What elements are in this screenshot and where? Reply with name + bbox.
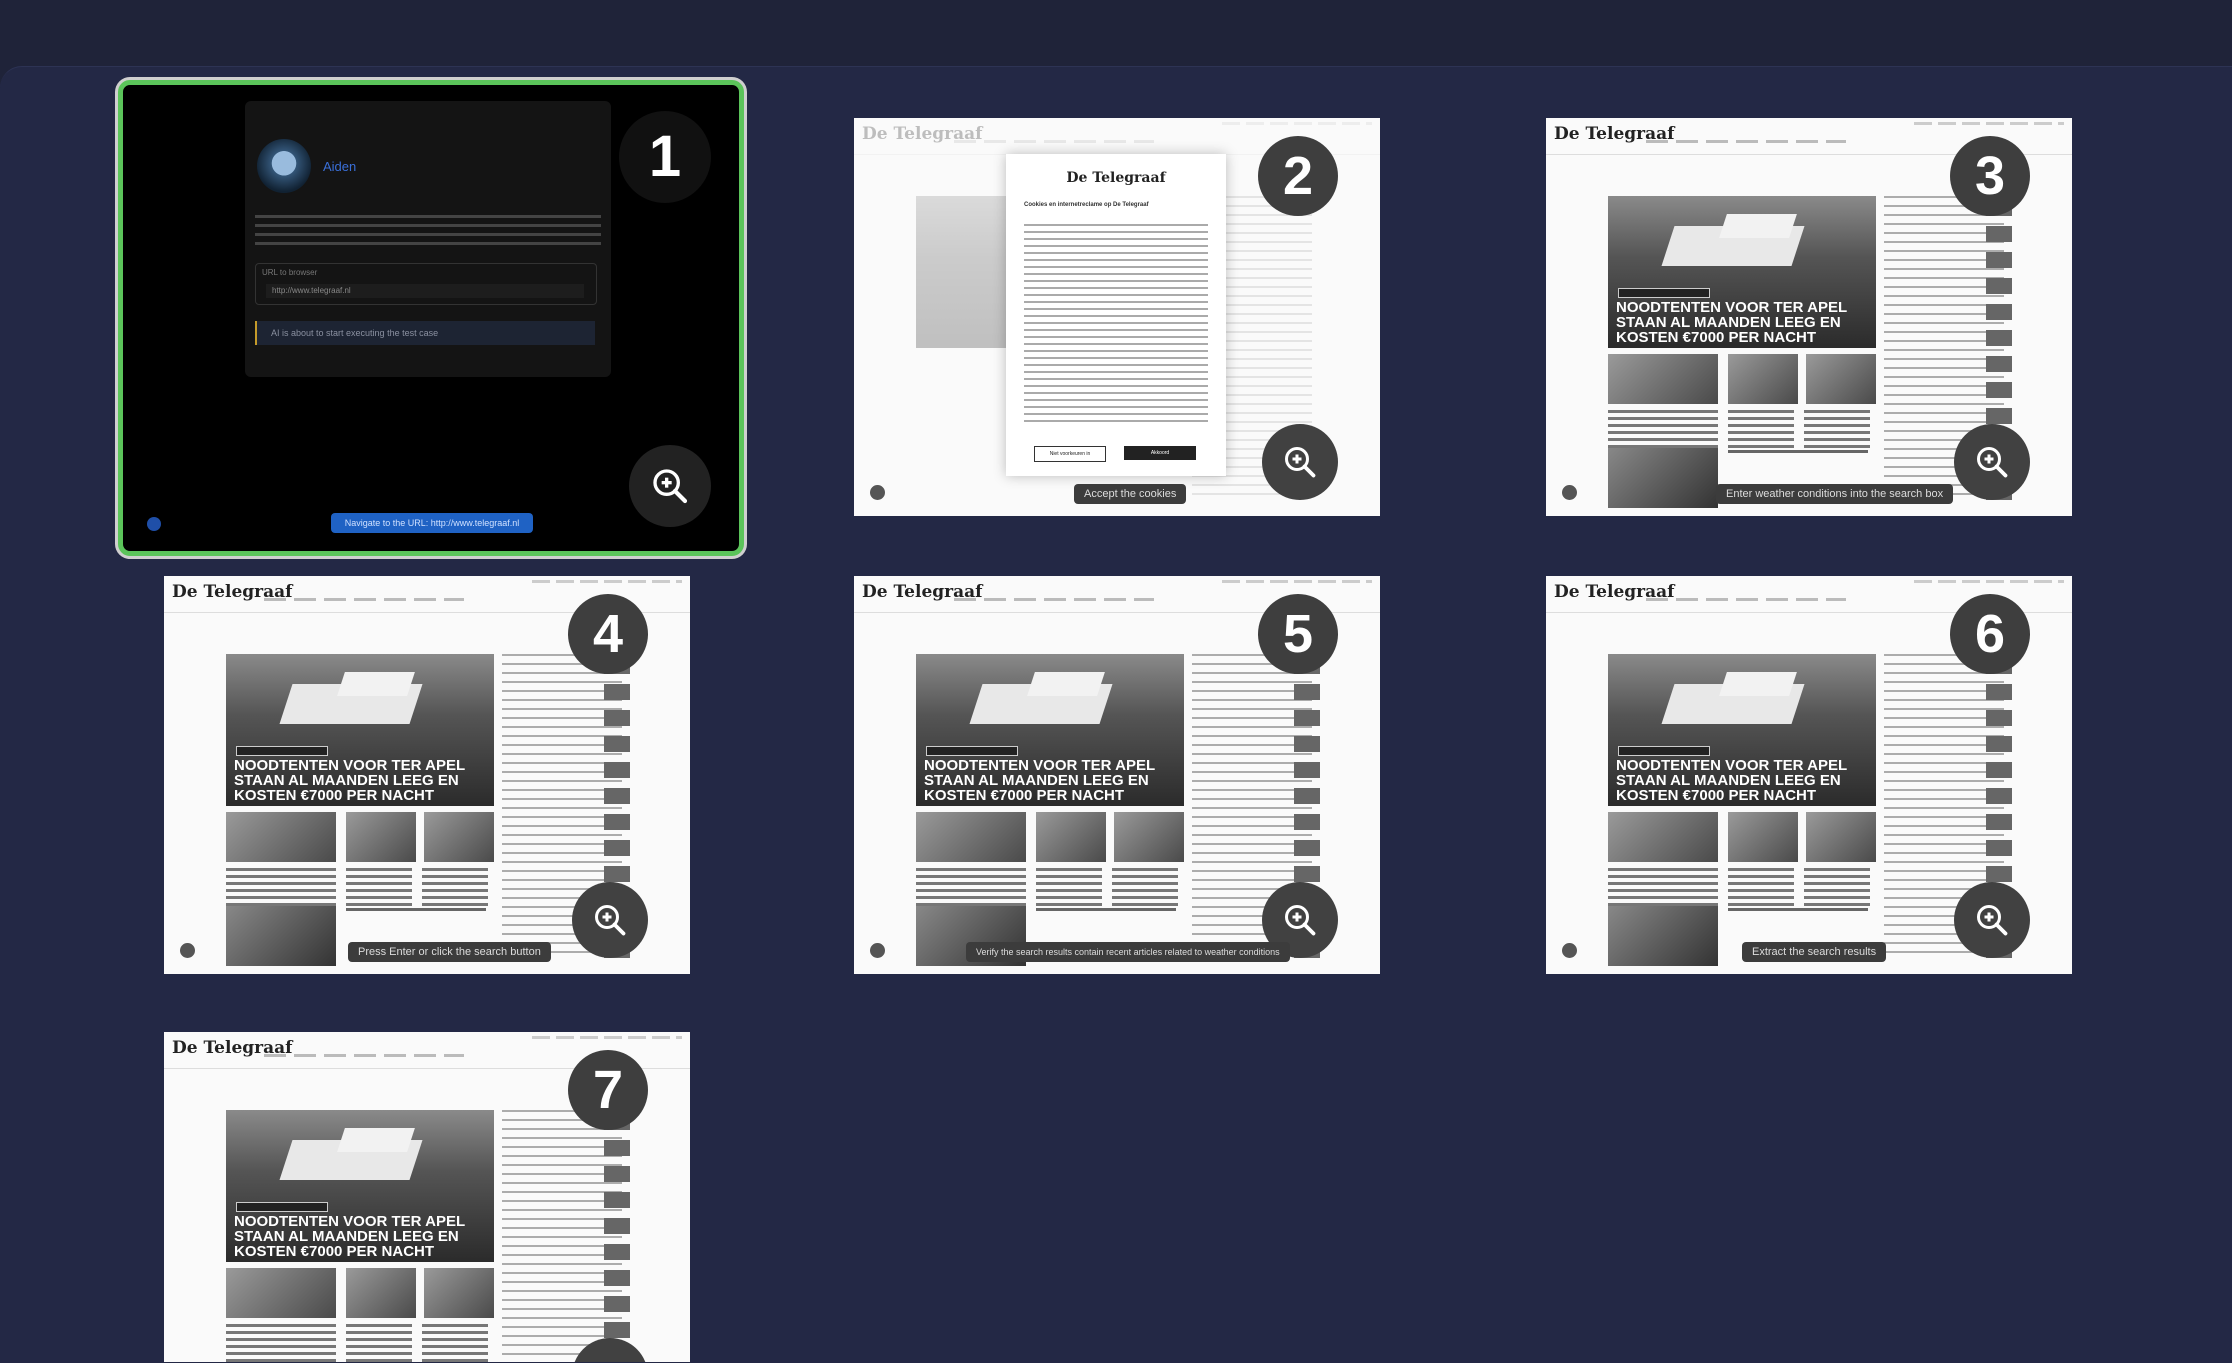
info-icon[interactable] (1562, 943, 1577, 958)
step-card-4[interactable]: De Telegraaf NOODTENTEN VOOR TER APEL STA… (164, 576, 690, 974)
zoom-in-icon[interactable] (1262, 424, 1338, 500)
step-caption: Press Enter or click the search button (348, 942, 551, 962)
zoom-in-icon[interactable] (629, 445, 711, 527)
step-number-badge: 5 (1258, 594, 1338, 674)
step-number-badge: 3 (1950, 136, 2030, 216)
accept-button[interactable]: Akkoord (1124, 446, 1196, 460)
step-card-2[interactable]: De Telegraaf De Telegraaf Cookies en int… (854, 118, 1380, 516)
step-caption: Extract the search results (1742, 942, 1887, 962)
step-number-badge: 6 (1950, 594, 2030, 674)
step-card-1[interactable]: Aiden URL to browser http://www.telegraa… (118, 80, 744, 556)
step-card-6[interactable]: De Telegraaf NOODTENTEN VOOR TER APEL STA… (1546, 576, 2072, 974)
agent-chat-panel: Aiden URL to browser http://www.telegraa… (245, 101, 611, 377)
agent-message-text (255, 215, 601, 249)
info-icon[interactable] (1562, 485, 1577, 500)
status-message: AI is about to start executing the test … (255, 321, 595, 345)
zoom-in-icon[interactable] (1954, 882, 2030, 958)
step-number-badge: 2 (1258, 136, 1338, 216)
top-bar (0, 0, 2232, 66)
hero-headline: NOODTENTEN VOOR TER APEL STAAN AL MAANDEN… (924, 757, 1156, 804)
hero-article: NOODTENTEN VOOR TER APEL STAAN AL MAANDEN… (226, 654, 494, 806)
step-number-badge: 7 (568, 1050, 648, 1130)
url-field-label: URL to browser (262, 268, 318, 277)
hero-headline: NOODTENTEN VOOR TER APEL STAAN AL MAANDEN… (1616, 757, 1848, 804)
hero-article: NOODTENTEN VOOR TER APEL STAAN AL MAANDEN… (916, 654, 1184, 806)
dialog-title: Cookies en internetreclame op De Telegra… (1024, 202, 1149, 208)
decline-button[interactable]: Niet voorkeuren in (1034, 446, 1106, 462)
step-caption: Navigate to the URL: http://www.telegraa… (331, 513, 533, 533)
dialog-logo: De Telegraaf (1066, 170, 1166, 186)
step-card-5[interactable]: De Telegraaf NOODTENTEN VOOR TER APEL STA… (854, 576, 1380, 974)
zoom-in-icon[interactable] (572, 882, 648, 958)
dialog-body-text (1024, 224, 1208, 424)
cookie-consent-dialog: De Telegraaf Cookies en internetreclame … (1006, 154, 1226, 476)
agent-avatar (257, 139, 311, 193)
agent-name: Aiden (323, 159, 357, 174)
step-caption: Accept the cookies (1074, 484, 1187, 504)
url-field: URL to browser http://www.telegraaf.nl (255, 263, 597, 305)
hero-article: NOODTENTEN VOOR TER APEL STAAN AL MAANDEN… (1608, 196, 1876, 348)
hero-headline: NOODTENTEN VOOR TER APEL STAAN AL MAANDEN… (1616, 299, 1848, 346)
info-icon[interactable] (147, 517, 161, 531)
hero-headline: NOODTENTEN VOOR TER APEL STAAN AL MAANDEN… (234, 1213, 466, 1260)
step-card-7[interactable]: De Telegraaf NOODTENTEN VOOR TER APEL STA… (164, 1032, 690, 1362)
step-number-badge: 1 (619, 111, 711, 203)
hero-article: NOODTENTEN VOOR TER APEL STAAN AL MAANDEN… (1608, 654, 1876, 806)
step-caption: Verify the search results contain recent… (966, 942, 1290, 962)
url-field-value: http://www.telegraaf.nl (266, 284, 584, 298)
hero-headline: NOODTENTEN VOOR TER APEL STAAN AL MAANDEN… (234, 757, 466, 804)
info-icon[interactable] (180, 943, 195, 958)
zoom-in-icon[interactable] (1954, 424, 2030, 500)
step-card-3[interactable]: De Telegraaf NOODTENTEN VOOR TER APEL STA… (1546, 118, 2072, 516)
info-icon[interactable] (870, 485, 885, 500)
step-number-badge: 4 (568, 594, 648, 674)
hero-article: NOODTENTEN VOOR TER APEL STAAN AL MAANDEN… (226, 1110, 494, 1262)
step-caption: Enter weather conditions into the search… (1716, 484, 1954, 504)
info-icon[interactable] (870, 943, 885, 958)
